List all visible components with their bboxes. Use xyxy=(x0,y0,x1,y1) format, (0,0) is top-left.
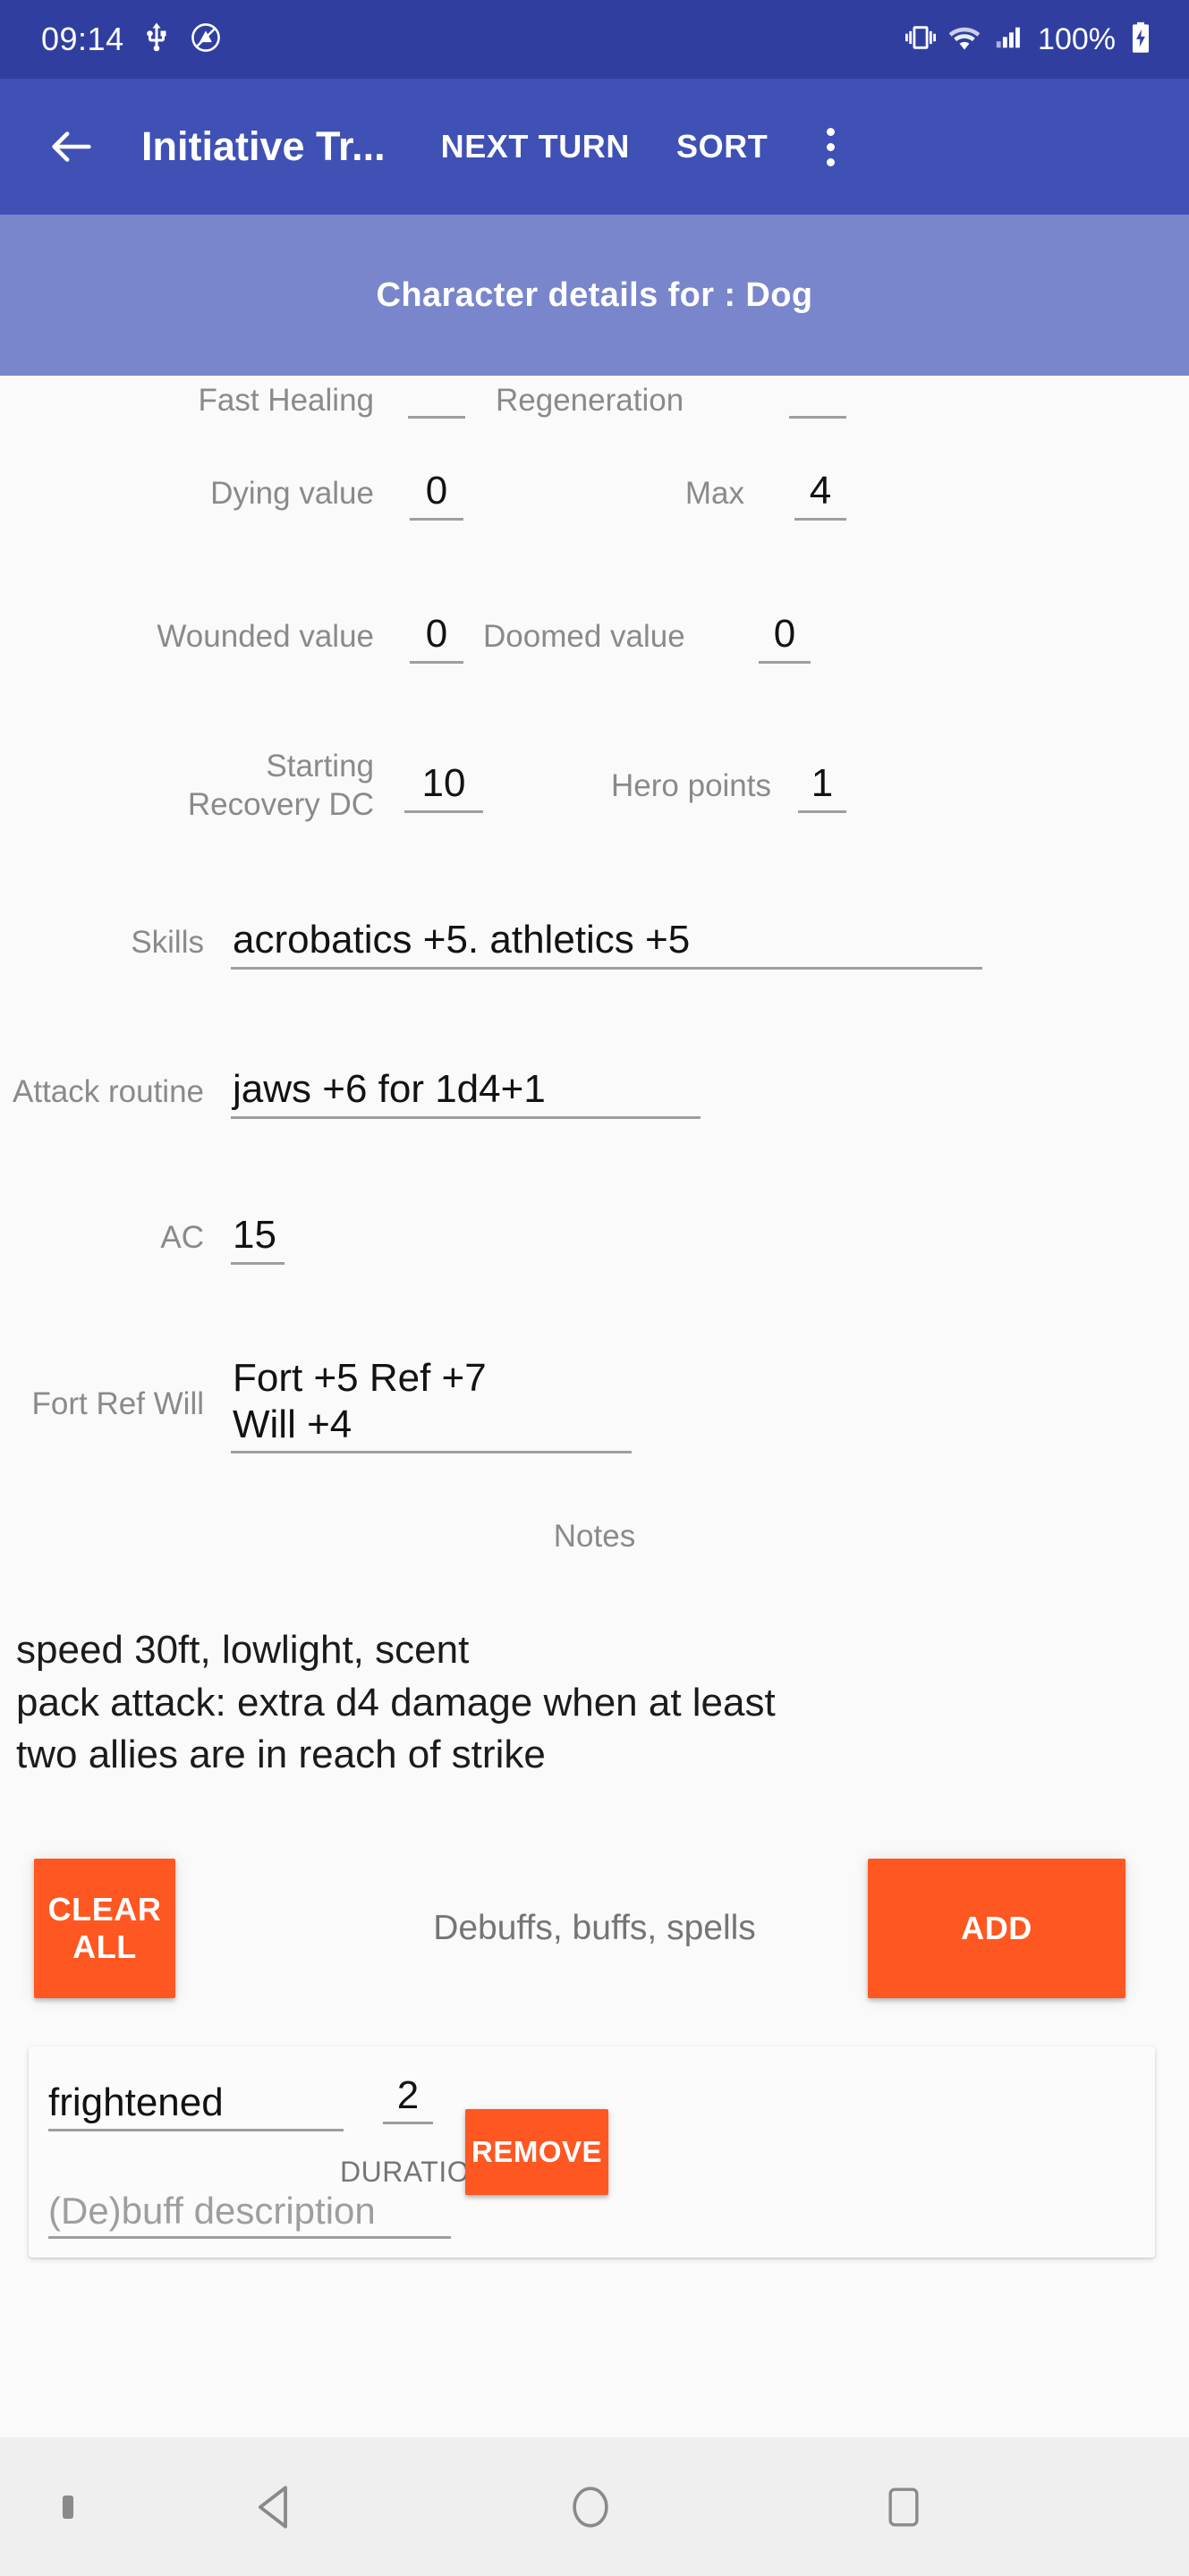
attack-routine-field[interactable]: jaws +6 for 1d4+1 xyxy=(231,1065,701,1119)
row-dying-value: Dying value 0 Max 4 xyxy=(0,419,1189,569)
ac-label: AC xyxy=(160,1220,204,1256)
row-recovery-dc: Starting Recovery DC 10 Hero points 1 xyxy=(0,705,1189,868)
wounded-value-text: 0 xyxy=(425,612,448,657)
dying-value-field[interactable]: 0 xyxy=(410,467,463,521)
fort-ref-will-value: Fort +5 Ref +7 Will +4 xyxy=(233,1356,487,1446)
doomed-value-field[interactable]: 0 xyxy=(759,610,811,664)
nav-indicator-dot xyxy=(63,2495,73,2519)
skills-field[interactable]: acrobatics +5. athletics +5 xyxy=(231,916,982,970)
page-title: Initiative Tr... xyxy=(141,123,386,169)
overflow-menu-icon[interactable] xyxy=(807,118,854,175)
regeneration-label: Regeneration xyxy=(496,382,684,418)
row-wounded-value: Wounded value 0 Doomed value 0 xyxy=(0,569,1189,705)
starting-recovery-dc-text: 10 xyxy=(421,761,466,806)
row-skills: Skills acrobatics +5. athletics +5 xyxy=(0,868,1189,1018)
fast-healing-value xyxy=(408,376,465,394)
do-not-disturb-icon xyxy=(189,21,223,59)
ac-field[interactable]: 15 xyxy=(231,1211,285,1265)
debuff-description-input[interactable]: (De)buff description xyxy=(48,2190,451,2239)
character-details-title: Character details for : Dog xyxy=(376,275,813,314)
row-fast-healing: Fast Healing Regeneration xyxy=(0,376,1189,419)
status-time: 09:14 xyxy=(41,21,124,57)
dying-value-label: Dying value xyxy=(210,476,374,512)
hero-points-field[interactable]: 1 xyxy=(798,759,846,813)
doomed-value-text: 0 xyxy=(773,612,796,657)
dying-max-text: 4 xyxy=(809,469,832,513)
vibrate-icon xyxy=(905,22,937,57)
sort-button[interactable]: SORT xyxy=(676,128,768,165)
row-ac: AC 15 xyxy=(0,1166,1189,1309)
ac-value: 15 xyxy=(233,1213,276,1258)
wounded-value-field[interactable]: 0 xyxy=(410,610,463,664)
next-turn-button[interactable]: NEXT TURN xyxy=(441,128,630,165)
skills-label: Skills xyxy=(131,925,204,961)
notes-text[interactable]: speed 30ft, lowlight, scent pack attack:… xyxy=(0,1555,1189,1782)
app-bar: Initiative Tr... NEXT TURN SORT xyxy=(0,79,1189,215)
cellular-signal-icon xyxy=(993,22,1025,57)
dying-max-label: Max xyxy=(684,476,744,512)
skills-value: acrobatics +5. athletics +5 xyxy=(233,918,691,962)
buff-action-row: Debuffs, buffs, spells CLEAR ALL ADD xyxy=(0,1843,1189,2021)
row-fort-ref-will: Fort Ref Will Fort +5 Ref +7 Will +4 xyxy=(0,1309,1189,1499)
debuff-name-value: frightened xyxy=(48,2080,224,2124)
back-arrow-icon[interactable] xyxy=(43,118,100,175)
fort-ref-will-label: Fort Ref Will xyxy=(31,1386,205,1422)
attack-routine-label: Attack routine xyxy=(13,1074,204,1110)
clear-all-button[interactable]: CLEAR ALL xyxy=(34,1858,175,1998)
hero-points-label: Hero points xyxy=(611,768,771,804)
fast-healing-label: Fast Healing xyxy=(198,382,374,418)
dying-value-text: 0 xyxy=(425,469,448,513)
debuff-card: frightened 2 DURATION REMOVE (De)buff de… xyxy=(29,2046,1155,2258)
usb-icon xyxy=(140,21,173,58)
dying-max-field[interactable]: 4 xyxy=(794,467,846,521)
debuff-duration-input[interactable]: 2 xyxy=(383,2073,433,2124)
nav-back-icon[interactable] xyxy=(228,2458,327,2556)
attack-routine-value: jaws +6 for 1d4+1 xyxy=(233,1067,546,1112)
app-root: 09:14 100% Initiative Tr... NEXT TURN SO… xyxy=(0,0,1189,2576)
character-details-subheader: Character details for : Dog xyxy=(0,215,1189,376)
starting-recovery-dc-field[interactable]: 10 xyxy=(404,759,483,813)
fort-ref-will-field[interactable]: Fort +5 Ref +7 Will +4 xyxy=(231,1355,632,1453)
regeneration-value xyxy=(789,376,846,394)
remove-debuff-button[interactable]: REMOVE xyxy=(465,2108,608,2195)
status-bar-right: 100% xyxy=(905,21,1153,59)
battery-charging-icon xyxy=(1128,21,1153,59)
android-navigation-bar xyxy=(0,2437,1189,2576)
regeneration-field[interactable] xyxy=(789,376,846,419)
nav-home-icon[interactable] xyxy=(541,2458,640,2556)
wounded-value-label: Wounded value xyxy=(157,619,374,655)
row-attack-routine: Attack routine jaws +6 for 1d4+1 xyxy=(0,1018,1189,1166)
debuff-duration-value: 2 xyxy=(396,2072,420,2117)
starting-recovery-dc-label: Starting Recovery DC xyxy=(187,749,374,822)
fast-healing-field[interactable] xyxy=(408,376,465,419)
add-buff-button[interactable]: ADD xyxy=(868,1858,1125,1998)
debuff-name-input[interactable]: frightened xyxy=(48,2080,344,2131)
battery-percent: 100% xyxy=(1038,21,1116,56)
doomed-value-label: Doomed value xyxy=(483,619,685,655)
details-scroll-area[interactable]: Fast Healing Regeneration Dying value 0 … xyxy=(0,376,1189,2437)
status-bar: 09:14 100% xyxy=(0,0,1189,79)
status-bar-left: 09:14 xyxy=(41,21,223,59)
notes-label: Notes xyxy=(553,1519,636,1554)
debuff-description-placeholder: (De)buff description xyxy=(48,2189,376,2232)
hero-points-text: 1 xyxy=(811,761,834,806)
wifi-icon xyxy=(948,21,981,58)
nav-recents-icon[interactable] xyxy=(854,2458,953,2556)
